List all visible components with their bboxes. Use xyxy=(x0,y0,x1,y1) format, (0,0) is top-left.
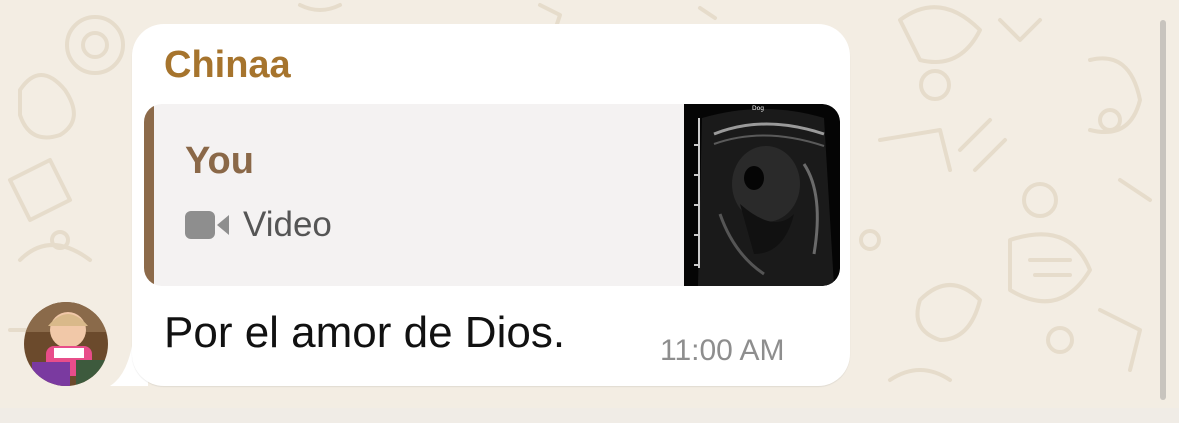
thumbnail-caption: Dog xyxy=(752,105,764,112)
avatar-photo xyxy=(24,302,108,386)
quoted-media-label: Video xyxy=(243,205,332,244)
bottom-strip xyxy=(0,408,1179,423)
sender-name[interactable]: Chinaa xyxy=(164,44,291,87)
ultrasound-image: Dog xyxy=(684,104,840,286)
scrollbar[interactable] xyxy=(1160,20,1166,400)
quote-accent-bar xyxy=(144,104,154,286)
video-camera-icon xyxy=(185,211,229,239)
message-text: Por el amor de Dios. xyxy=(164,308,566,357)
quoted-media-row: Video xyxy=(185,205,332,245)
avatar[interactable] xyxy=(24,302,108,386)
quoted-author: You xyxy=(185,140,254,182)
video-thumbnail[interactable]: Dog xyxy=(684,104,840,286)
message-bubble[interactable]: Chinaa You Video Dog Por el amor de Dios… xyxy=(132,24,850,386)
quoted-message[interactable]: You Video Dog xyxy=(144,104,840,286)
message-timestamp: 11:00 AM xyxy=(660,334,785,367)
